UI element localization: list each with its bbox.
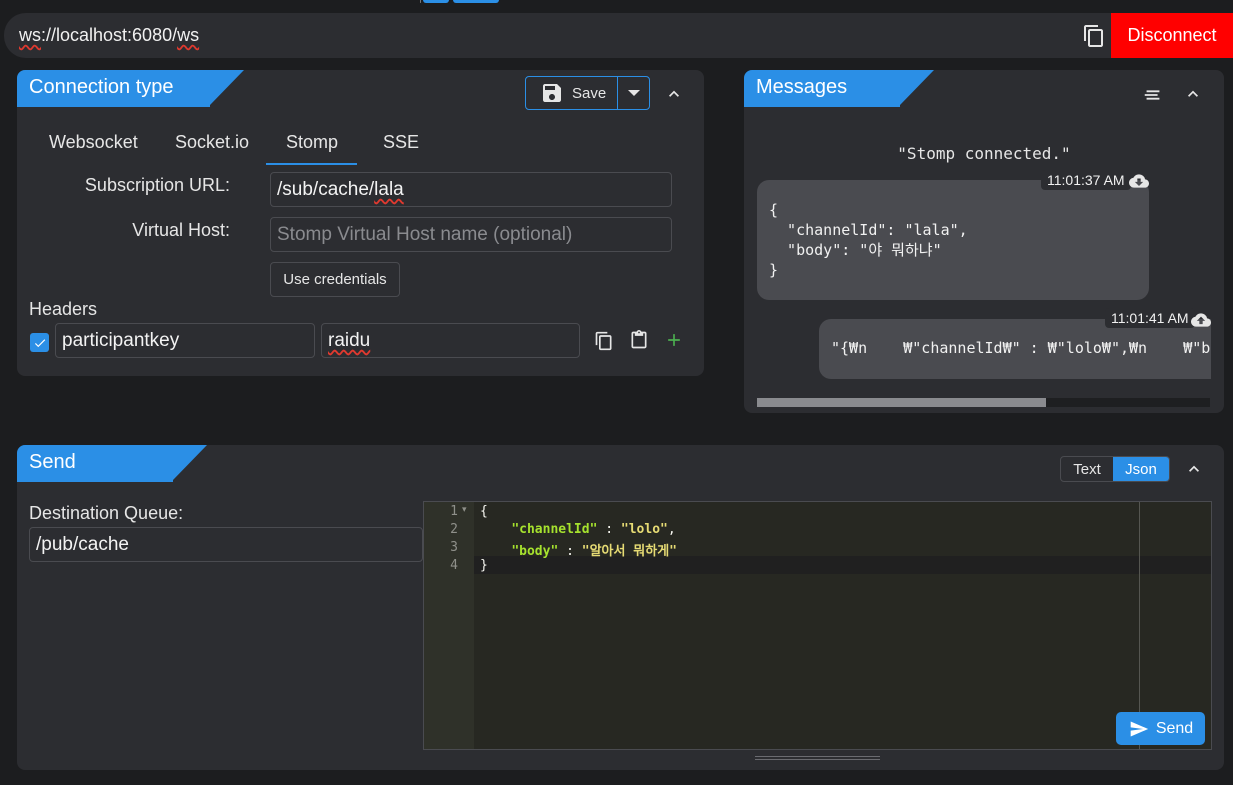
destination-queue-label: Destination Queue: [29, 503, 184, 523]
mode-json-button[interactable]: Json [1113, 457, 1169, 481]
tab-websocket[interactable]: Websocket [49, 132, 138, 153]
messages-scrollbar[interactable] [757, 398, 1210, 407]
code-separator: : [558, 544, 582, 559]
title-underline [744, 105, 900, 107]
save-button[interactable]: Save [526, 77, 619, 109]
header-value-text: raidu [328, 330, 371, 351]
url-path: ws [177, 25, 200, 45]
messages-panel: Messages "Stomp connected." { "channelId… [744, 70, 1224, 413]
virtual-host-input[interactable] [270, 217, 672, 252]
connection-panel-title: Connection type [17, 70, 244, 105]
collapse-connection-icon[interactable] [664, 84, 684, 104]
messages-panel-title: Messages [744, 70, 934, 105]
mode-text-button[interactable]: Text [1061, 457, 1113, 481]
tab-indicator-2[interactable] [453, 0, 499, 3]
line-number: 1 [450, 504, 458, 519]
code-comma: , [667, 522, 676, 537]
url-bar: ws://localhost:6080/ws Disconnect [4, 13, 1233, 58]
cloud-upload-icon [1191, 313, 1211, 327]
header-enabled-checkbox[interactable] [30, 333, 49, 352]
subscription-url-prefix: /sub/cache/ [277, 179, 375, 200]
url-host: ://localhost:6080/ [41, 25, 178, 45]
header-key-input[interactable]: participantkey [55, 323, 315, 358]
destination-queue-input[interactable]: /pub/cache [29, 527, 423, 562]
send-label: Send [1155, 719, 1194, 737]
send-panel-title: Send [17, 445, 207, 480]
code-brace-close: } [480, 558, 488, 573]
code-line-3: "body" : "알아서 뭐하게" [480, 540, 677, 559]
code-line-1: { [480, 504, 488, 519]
tab-divider [420, 0, 421, 3]
code-key-channelid: "channelId" [511, 522, 598, 537]
url-input[interactable]: ws://localhost:6080/ws [19, 25, 199, 46]
url-protocol: ws [19, 25, 41, 45]
header-value-input[interactable]: raidu [321, 323, 580, 358]
editor-gutter: 1 ▾ 2 3 4 [424, 502, 474, 749]
connection-status-message: "Stomp connected." [897, 144, 1071, 163]
json-editor[interactable]: 1 ▾ 2 3 4 { "channelId" : "lolo", "body"… [423, 501, 1212, 750]
send-plane-icon [1130, 721, 1148, 736]
code-separator: : [597, 522, 621, 537]
code-value-body: "알아서 뭐하게" [581, 544, 678, 559]
paste-clipboard-icon[interactable] [629, 330, 649, 350]
cloud-download-icon [1129, 174, 1149, 188]
use-credentials-button[interactable]: Use credentials [270, 262, 400, 297]
line-number: 2 [450, 522, 458, 537]
resize-handle[interactable] [755, 756, 880, 760]
line-number: 4 [450, 558, 458, 573]
subscription-url-label: Subscription URL: [84, 175, 230, 195]
title-underline [17, 480, 173, 482]
headers-label: Headers [29, 299, 98, 319]
copy-header-icon[interactable] [594, 331, 614, 351]
tab-stomp[interactable]: Stomp [286, 132, 338, 153]
code-line-4: } [480, 558, 488, 573]
clear-messages-icon[interactable] [1142, 84, 1164, 106]
line-number: 3 [450, 540, 458, 555]
save-dropdown-button[interactable] [618, 77, 649, 109]
received-message-bubble[interactable]: { "channelId": "lala", "body": "야 뭐하냐" } [757, 180, 1149, 300]
tab-sse[interactable]: SSE [383, 132, 419, 153]
send-panel: Send Text Json Destination Queue: /pub/c… [17, 445, 1224, 770]
payload-mode-toggle: Text Json [1060, 456, 1170, 482]
add-header-icon[interactable] [664, 330, 684, 350]
fold-arrow-icon[interactable]: ▾ [462, 504, 467, 515]
subscription-url-tail: lala [374, 179, 404, 200]
tab-socketio[interactable]: Socket.io [175, 132, 249, 153]
received-message-time: 11:01:37 AM [1041, 170, 1131, 190]
collapse-messages-icon[interactable] [1183, 84, 1203, 104]
messages-scrollbar-thumb[interactable] [757, 398, 1046, 407]
tab-indicator-1[interactable] [423, 0, 449, 3]
send-button[interactable]: Send [1116, 712, 1205, 745]
virtual-host-label: Virtual Host: [132, 220, 230, 240]
caret-down-icon [627, 90, 640, 96]
disconnect-button[interactable]: Disconnect [1111, 13, 1233, 58]
copy-icon[interactable] [1082, 24, 1106, 48]
active-tab-indicator [266, 163, 357, 165]
code-brace-open: { [480, 504, 488, 519]
subscription-url-input[interactable]: /sub/cache/lala [270, 172, 672, 207]
floppy-disk-icon [543, 84, 561, 102]
connection-panel: Connection type Save Websocket Socket.io… [17, 70, 704, 376]
sent-message-bubble[interactable]: "{₩n ₩"channelId₩" : ₩"lolo₩",₩n ₩"b [819, 319, 1211, 379]
check-icon [34, 338, 45, 347]
save-label: Save [572, 84, 607, 102]
title-underline [17, 105, 210, 107]
save-button-group: Save [525, 76, 650, 110]
code-line-2: "channelId" : "lolo", [480, 522, 676, 537]
collapse-send-icon[interactable] [1184, 459, 1204, 479]
code-key-body: "body" [511, 544, 559, 559]
code-value-channelid: "lolo" [620, 522, 668, 537]
sent-message-time: 11:01:41 AM [1105, 308, 1195, 328]
